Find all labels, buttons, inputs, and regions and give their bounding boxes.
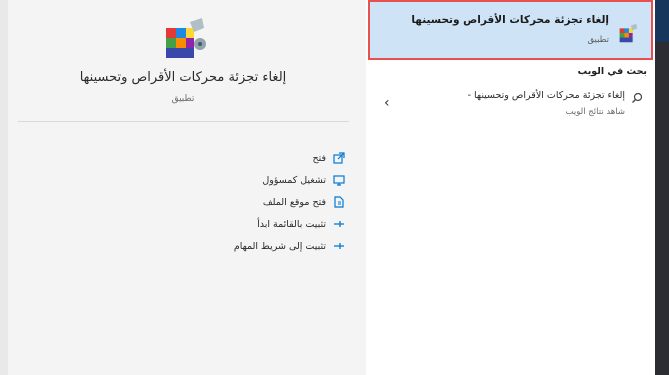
action-label: فتح [312,152,326,164]
web-search-result[interactable]: إلغاء تجزئة محركات الأقراص وتحسينها - شا… [368,82,653,124]
run-as-admin-icon [332,173,346,187]
action-pin-to-start[interactable]: تثبيت بالقائمة ابدأ [126,213,346,235]
action-label: تثبيت بالقائمة ابدأ [257,218,326,230]
action-pin-to-taskbar[interactable]: تثبيت إلى شريط المهام [126,235,346,257]
preview-app-title: إلغاء تجزئة محركات الأقراص وتحسينها [79,70,287,85]
preview-divider [18,121,349,122]
chevron-left-icon[interactable]: ‹ [384,96,390,110]
best-match-result[interactable]: إلغاء تجزئة محركات الأقراص وتحسينها تطبي… [368,0,653,60]
best-match-title: إلغاء تجزئة محركات الأقراص وتحسينها [411,14,609,26]
web-result-subtitle: شاهد نتائج الويب [565,107,626,117]
background-desktop-strip [655,0,669,375]
action-label: تثبيت إلى شريط المهام [233,240,326,252]
window-edge [655,0,669,42]
web-search-heading: بحث في الويب [577,66,647,77]
app-actions-list: فتح تشغيل كمسؤول فتح موقع الملف تثبيت با… [126,147,346,257]
defrag-app-icon [619,23,638,43]
pin-taskbar-icon [332,239,346,253]
app-preview-pane: إلغاء تجزئة محركات الأقراص وتحسينها تطبي… [0,0,366,375]
file-location-icon [332,195,346,209]
open-icon [332,151,346,165]
action-open[interactable]: فتح [126,147,346,169]
preview-app-type: تطبيق [171,94,195,104]
web-result-title: إلغاء تجزئة محركات الأقراص وتحسينها - [467,90,625,101]
action-label: فتح موقع الملف [262,196,326,208]
defrag-app-icon [166,18,206,58]
action-open-file-location[interactable]: فتح موقع الملف [126,191,346,213]
action-run-as-admin[interactable]: تشغيل كمسؤول [126,169,346,191]
best-match-type: تطبيق [587,35,609,45]
pin-start-icon [332,217,346,231]
search-icon [632,92,643,103]
left-edge-strip [0,0,8,375]
action-label: تشغيل كمسؤول [262,174,326,186]
search-results-pane: إلغاء تجزئة محركات الأقراص وتحسينها تطبي… [366,0,655,375]
